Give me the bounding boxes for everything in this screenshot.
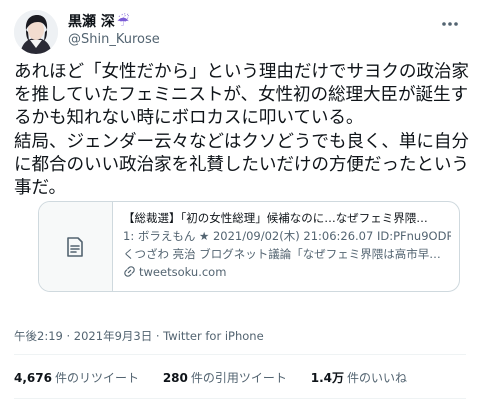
divider: [14, 398, 466, 399]
display-name[interactable]: 黒瀬 深 ☔: [68, 13, 160, 31]
tweet-time[interactable]: 午後2:19: [14, 329, 63, 343]
likes-stat[interactable]: 1.4万 件のいいね: [311, 369, 407, 386]
tweet-source[interactable]: Twitter for iPhone: [163, 329, 264, 343]
more-options-icon[interactable]: [438, 16, 462, 32]
avatar[interactable]: [14, 10, 58, 54]
avatar-portrait-icon: [14, 10, 58, 54]
document-icon: [67, 237, 83, 257]
likes-label: 件のいいね: [346, 371, 407, 385]
quotes-label: 件の引用ツイート: [190, 371, 287, 385]
card-title: 【総裁選】「初の女性総理」候補なのに…なぜフェミ界隈…: [123, 211, 428, 225]
card-domain-text: tweetsoku.com: [139, 265, 227, 279]
link-icon: [124, 266, 135, 277]
card-thumbnail: [39, 202, 113, 291]
card-description-line-1: 1: ボラえもん ★ 2021/09/02(木) 21:06:26.07 ID:…: [123, 229, 451, 243]
link-card[interactable]: 【総裁選】「初の女性総理」候補なのに…なぜフェミ界隈… 1: ボラえもん ★ 2…: [38, 201, 460, 292]
user-handle[interactable]: @Shin_Kurose: [68, 31, 160, 49]
retweets-label: 件のリツイート: [54, 371, 139, 385]
engagement-stats: 4,676 件のリツイート 280 件の引用ツイート 1.4万 件のいいね: [14, 369, 427, 386]
retweets-count: 4,676: [14, 371, 52, 385]
meta-separator: ·: [62, 329, 74, 343]
retweets-stat[interactable]: 4,676 件のリツイート: [14, 369, 139, 386]
card-domain: tweetsoku.com: [123, 263, 451, 281]
tweet-header: 黒瀬 深 ☔ @Shin_Kurose: [14, 10, 466, 54]
tweet-date[interactable]: 2021年9月3日: [74, 329, 152, 343]
quotes-stat[interactable]: 280 件の引用ツイート: [163, 369, 287, 386]
quotes-count: 280: [162, 371, 188, 385]
tweet-meta: 午後2:19 · 2021年9月3日 · Twitter for iPhone: [14, 328, 264, 344]
tweet-text: あれほど「女性だから」という理由だけでサヨクの政治家を推していたフェミニストが、…: [14, 62, 469, 199]
card-description-line-2: くつざわ 亮治 ブログネット議論「なぜフェミ界隈は高市早…: [123, 247, 441, 261]
display-name-text: 黒瀬 深: [68, 14, 115, 30]
meta-separator: ·: [152, 329, 164, 343]
divider: [14, 354, 466, 355]
umbrella-emoji: ☔: [116, 14, 130, 30]
likes-count: 1.4万: [310, 371, 344, 385]
